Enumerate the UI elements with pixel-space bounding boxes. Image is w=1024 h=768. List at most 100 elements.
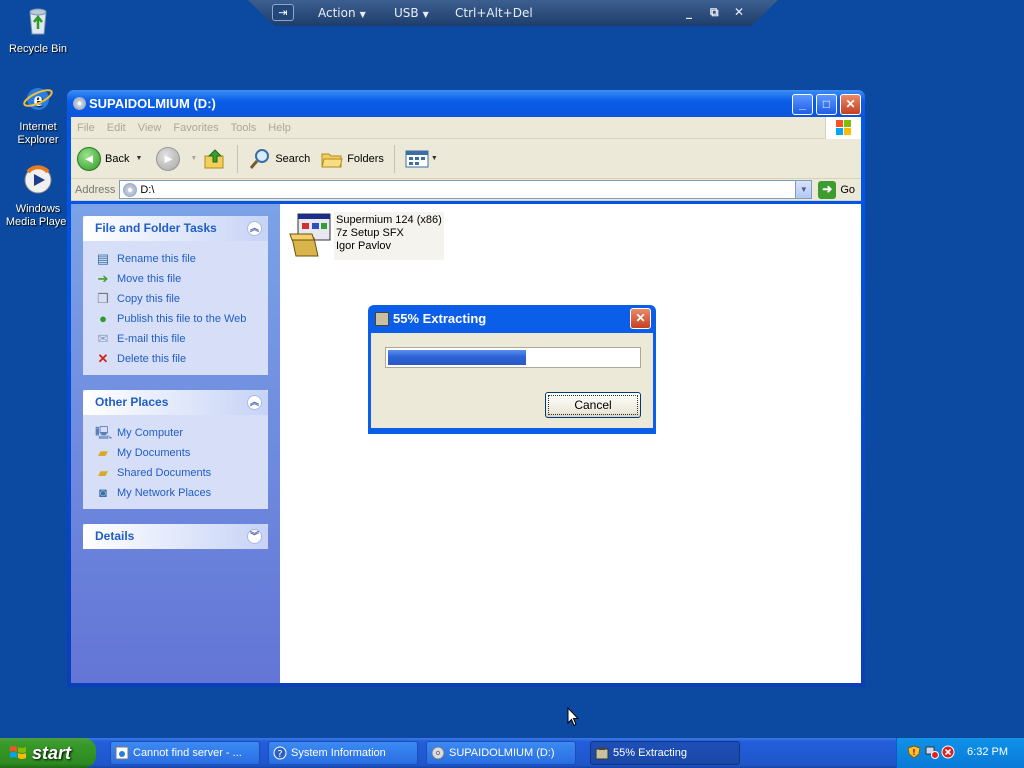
windows-flag-icon	[10, 746, 26, 759]
menu-favorites[interactable]: Favorites	[167, 122, 224, 134]
start-button[interactable]: start	[0, 738, 96, 768]
computer-icon: 🖳	[95, 425, 113, 440]
place-network-places[interactable]: ◙ My Network Places	[95, 483, 256, 503]
dialog-titlebar[interactable]: 55% Extracting ✕	[371, 305, 653, 333]
svg-text:?: ?	[277, 749, 282, 760]
documents-folder-icon: ▰	[98, 445, 108, 460]
task-delete[interactable]: ✕ Delete this file	[95, 349, 256, 369]
window-titlebar[interactable]: SUPAIDOLMIUM (D:) _ □ ✕	[67, 90, 865, 117]
file-type: 7z Setup SFX	[336, 227, 404, 239]
address-input[interactable]: D:\ ▼	[119, 180, 813, 199]
taskbar-button-browser[interactable]: Cannot find server - ...	[110, 741, 260, 765]
minimize-button[interactable]: _	[792, 94, 813, 115]
taskbar-button-explorer[interactable]: SUPAIDOLMIUM (D:)	[426, 741, 576, 765]
collapse-icon[interactable]: ︽	[247, 395, 262, 410]
browser-window-icon	[115, 746, 129, 760]
place-my-computer[interactable]: 🖳 My Computer	[95, 423, 256, 443]
desktop-icon-internet-explorer[interactable]: e Internet Explorer	[0, 82, 76, 147]
panel-header[interactable]: File and Folder Tasks ︽	[83, 216, 268, 241]
windows-logo-icon	[825, 117, 861, 139]
menu-help[interactable]: Help	[262, 122, 297, 134]
standard-toolbar: ◄ Back ▼ ► ▼ Search Folders ▼	[71, 139, 861, 179]
security-shield-icon[interactable]: !	[907, 745, 921, 759]
file-name: Supermium 124 (x86)	[336, 214, 442, 226]
dialog-close-button[interactable]: ✕	[630, 308, 651, 329]
place-my-documents[interactable]: ▰ My Documents	[95, 443, 256, 463]
menu-bar: File Edit View Favorites Tools Help	[71, 117, 861, 139]
address-dropdown-button[interactable]: ▼	[795, 181, 812, 198]
chevron-down-icon: ▼	[422, 10, 429, 19]
maximize-button[interactable]: □	[816, 94, 837, 115]
expand-icon[interactable]: ︾	[247, 529, 262, 544]
panel-header[interactable]: Other Places ︽	[83, 390, 268, 415]
place-shared-documents[interactable]: ▰ Shared Documents	[95, 463, 256, 483]
task-move[interactable]: ➔ Move this file	[95, 269, 256, 289]
task-email[interactable]: ✉ E-mail this file	[95, 329, 256, 349]
desktop-icon-media-player[interactable]: Windows Media Player	[0, 164, 76, 229]
network-icon: ◙	[99, 485, 107, 500]
folders-button[interactable]: Folders	[320, 147, 384, 171]
views-button[interactable]: ▼	[405, 149, 438, 169]
chevron-down-icon[interactable]: ▼	[135, 155, 142, 162]
extract-progress-bar	[385, 347, 641, 368]
taskbar-button-system-information[interactable]: ? System Information	[268, 741, 418, 765]
cd-drive-icon	[123, 182, 138, 197]
archive-icon	[375, 312, 389, 326]
toolbar-separator	[237, 144, 239, 173]
menu-file[interactable]: File	[71, 122, 101, 134]
forward-button[interactable]: ► ▼	[156, 146, 198, 171]
vm-ctrl-alt-del-button[interactable]: Ctrl+Alt+Del	[455, 6, 533, 20]
vm-minimize-button[interactable]: _	[686, 5, 692, 19]
media-player-icon	[24, 165, 52, 194]
network-status-icon[interactable]	[925, 745, 939, 759]
address-label: Address	[75, 183, 116, 196]
delete-icon: ✕	[97, 351, 109, 366]
task-publish[interactable]: ● Publish this file to the Web	[95, 309, 256, 329]
search-button[interactable]: Search	[248, 147, 310, 171]
file-list: Supermium 124 (x86) 7z Setup SFX Igor Pa…	[280, 204, 861, 683]
menu-edit[interactable]: Edit	[101, 122, 132, 134]
views-icon	[405, 150, 429, 167]
recycle-bin-icon	[29, 8, 47, 35]
task-copy[interactable]: ❐ Copy this file	[95, 289, 256, 309]
up-folder-button[interactable]	[203, 147, 227, 171]
alert-icon[interactable]	[941, 745, 955, 759]
vm-close-button[interactable]: ✕	[734, 5, 744, 19]
taskbar-button-extracting[interactable]: 55% Extracting	[590, 741, 740, 765]
shared-folder-icon: ▰	[98, 465, 108, 480]
file-folder-tasks-panel: File and Folder Tasks ︽ ▤ Rename this fil…	[83, 216, 268, 375]
task-rename[interactable]: ▤ Rename this file	[95, 249, 256, 269]
menu-view[interactable]: View	[132, 122, 168, 134]
file-author: Igor Pavlov	[336, 240, 392, 252]
go-button[interactable]: ➜ Go	[812, 180, 861, 199]
panel-header[interactable]: Details ︾	[83, 524, 268, 549]
back-arrow-icon: ◄	[77, 146, 101, 171]
chevron-down-icon: ▼	[359, 10, 366, 19]
chevron-down-icon: ▼	[190, 155, 198, 162]
forward-arrow-icon: ►	[156, 146, 181, 171]
desktop-icon-recycle-bin[interactable]: Recycle Bin	[0, 4, 76, 56]
back-button[interactable]: ◄ Back ▼	[77, 146, 142, 171]
vm-action-menu[interactable]: Action ▼	[318, 6, 366, 20]
window-title: SUPAIDOLMIUM (D:)	[89, 96, 216, 111]
menu-tools[interactable]: Tools	[225, 122, 263, 134]
folders-icon	[321, 153, 343, 167]
vm-usb-menu[interactable]: USB ▼	[394, 6, 429, 20]
internet-explorer-icon: e	[23, 88, 53, 111]
system-tray: ! 6:32 PM	[896, 738, 1024, 768]
chevron-down-icon: ▼	[430, 155, 438, 162]
copy-icon: ❐	[97, 291, 109, 306]
setup-package-icon	[289, 213, 331, 257]
svg-text:!: !	[912, 748, 916, 757]
other-places-panel: Other Places ︽ 🖳 My Computer ▰ My Document…	[83, 390, 268, 509]
vm-pin-button[interactable]: ⇥	[272, 4, 294, 21]
cancel-button[interactable]: Cancel	[545, 392, 641, 418]
close-button[interactable]: ✕	[840, 94, 861, 115]
vm-restore-button[interactable]: ⧉	[710, 5, 719, 20]
help-icon: ?	[273, 746, 287, 760]
clock[interactable]: 6:32 PM	[967, 746, 1008, 758]
go-arrow-icon: ➜	[818, 180, 837, 199]
file-item-supermium[interactable]: Supermium 124 (x86) 7z Setup SFX Igor Pa…	[288, 212, 444, 260]
address-bar: Address D:\ ▼ ➜ Go	[71, 179, 861, 201]
collapse-icon[interactable]: ︽	[247, 221, 262, 236]
